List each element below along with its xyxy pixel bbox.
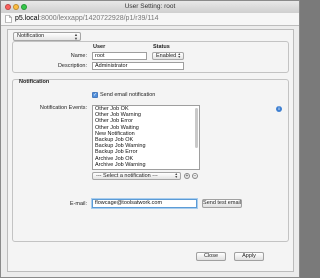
page-icon xyxy=(5,15,12,23)
add-notification-button[interactable]: + xyxy=(184,173,190,179)
select-notification-arrows-icon: ▲ ▼ xyxy=(174,172,178,179)
events-listbox[interactable]: Other Job OK Other Job Warning Other Job E… xyxy=(92,105,200,170)
select-notification-value: --- Select a notification --- xyxy=(96,173,158,179)
url-text[interactable]: p5.local:8000/lexxapp/1420722928/p1/r39/… xyxy=(15,15,159,22)
apply-button[interactable]: Apply xyxy=(234,252,264,261)
email-label: E-mail: xyxy=(69,201,87,207)
user-column-header: User xyxy=(93,44,106,50)
send-email-checkbox[interactable]: ✓ xyxy=(92,92,98,98)
settings-window: User Setting: root p5.local:8000/lexxapp… xyxy=(0,0,300,278)
description-label: Description: xyxy=(57,63,87,69)
select-notification[interactable]: --- Select a notification --- ▲ ▼ xyxy=(92,172,181,180)
url-path: :8000/lexxapp/1420722928/p1/r39/114 xyxy=(39,15,159,22)
status-select[interactable]: Enabled ▲ ▼ xyxy=(152,51,184,60)
events-list: Other Job OK Other Job Warning Other Job E… xyxy=(93,106,199,168)
settings-panel: Notification ▲ ▼ User Status Name: root E… xyxy=(7,29,294,272)
window-title: User Setting: root xyxy=(124,3,176,10)
send-test-email-button[interactable]: Send test email xyxy=(202,199,242,208)
status-select-value: Enabled xyxy=(156,52,177,59)
description-field[interactable]: Administrator xyxy=(92,62,184,70)
remove-notification-button[interactable]: − xyxy=(192,173,198,179)
events-label: Notification Events: xyxy=(39,105,87,111)
name-label: Name: xyxy=(70,53,87,59)
events-scrollbar[interactable] xyxy=(195,108,198,148)
notification-section-title: Notification xyxy=(19,79,50,85)
select-arrows-icon: ▲ ▼ xyxy=(74,32,78,41)
user-section: User Status Name: root Enabled ▲ ▼ Descri… xyxy=(12,41,289,73)
name-field[interactable]: root xyxy=(92,52,147,60)
email-field[interactable]: flowcage@toolsatwork.com xyxy=(92,199,197,208)
url-host: p5.local xyxy=(15,15,40,22)
status-arrows-icon: ▲ ▼ xyxy=(177,51,181,59)
close-button[interactable]: Close xyxy=(196,252,226,261)
send-email-label: Send email notification xyxy=(100,92,156,98)
section-select-value: Notification xyxy=(17,33,45,39)
info-icon[interactable]: i xyxy=(276,106,282,112)
address-bar[interactable]: p5.local:8000/lexxapp/1420722928/p1/r39/… xyxy=(1,13,299,26)
status-column-header: Status xyxy=(153,44,170,50)
section-select[interactable]: Notification ▲ ▼ xyxy=(13,32,81,41)
event-list-item[interactable]: Archive Job Warning xyxy=(93,162,199,168)
notification-section: Notification ✓ Send email notification N… xyxy=(12,79,289,242)
